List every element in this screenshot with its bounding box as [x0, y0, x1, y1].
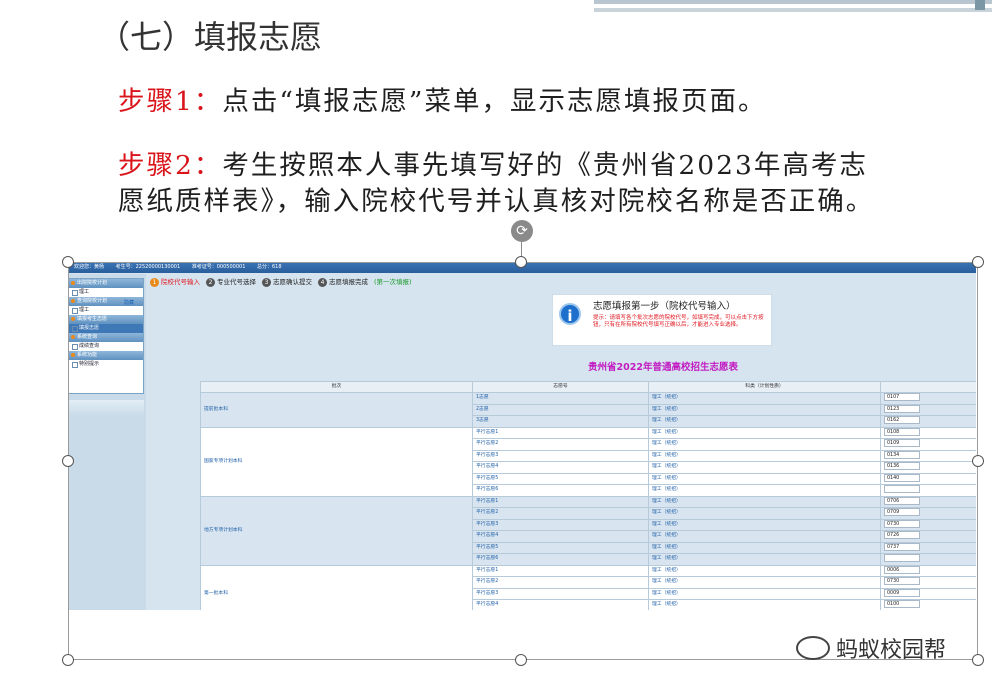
- rotate-handle-icon[interactable]: ⟳: [511, 220, 533, 242]
- resize-handle[interactable]: [515, 256, 527, 268]
- resize-handle[interactable]: [972, 256, 984, 268]
- slide-title: （七）填报志愿: [98, 18, 323, 56]
- resize-handle[interactable]: [972, 654, 984, 666]
- resize-handle[interactable]: [62, 455, 74, 467]
- step2-label: 步骤2：: [118, 150, 223, 181]
- step2-text: 考生按照本人事先填写好的《贵州省2023年高考志愿纸质样表》，输入院校代号并认真…: [118, 150, 875, 217]
- resize-handle[interactable]: [972, 455, 984, 467]
- step1-paragraph: 步骤1：点击“填报志愿”菜单，显示志愿填报页面。: [118, 84, 888, 120]
- slide-decoration-square: [975, 0, 985, 10]
- image-selection-frame: [68, 262, 978, 660]
- resize-handle[interactable]: [515, 654, 527, 666]
- slide-decoration-bar: [594, 0, 992, 4]
- step1-label: 步骤1：: [118, 86, 223, 117]
- watermark: 蚂蚁校园帮: [796, 632, 946, 664]
- slide-decoration-bar: [594, 8, 992, 12]
- resize-handle[interactable]: [62, 654, 74, 666]
- watermark-text: 蚂蚁校园帮: [836, 638, 947, 663]
- step2-paragraph: 步骤2：考生按照本人事先填写好的《贵州省2023年高考志愿纸质样表》，输入院校代…: [118, 148, 888, 220]
- resize-handle[interactable]: [62, 256, 74, 268]
- step1-text: 点击“填报志愿”菜单，显示志愿填报页面。: [222, 86, 767, 117]
